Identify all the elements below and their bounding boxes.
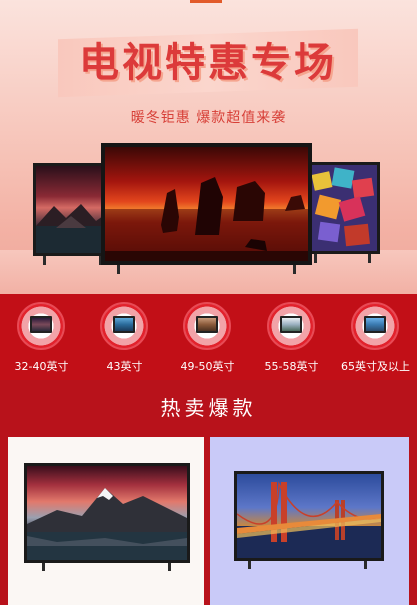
category-label: 43英寸 xyxy=(106,360,143,373)
tv-foot xyxy=(314,254,317,263)
snow-mountain-image xyxy=(27,488,187,560)
tv-screen-sunset xyxy=(101,143,312,265)
product-image xyxy=(234,471,384,571)
category-label: 65英寸及以上 xyxy=(341,360,410,373)
tv-screen-colorblocks xyxy=(306,162,380,254)
tv-foot xyxy=(43,256,46,265)
category-label: 49-50英寸 xyxy=(180,360,235,373)
tv-image-right xyxy=(306,162,380,263)
hot-selling-section: 热卖爆款 xyxy=(0,380,417,605)
tv-thumbnail-icon xyxy=(113,316,135,333)
mountain-scene-image xyxy=(36,204,110,253)
tv-thumbnail-icon xyxy=(196,316,218,333)
color-blocks-image xyxy=(309,165,377,251)
top-indicator xyxy=(190,0,222,3)
category-32-40[interactable]: 32-40英寸 xyxy=(0,302,83,376)
category-65-plus[interactable]: 65英寸及以上 xyxy=(334,302,417,376)
banner-subtitle: 暖冬钜惠 爆款超值来袭 xyxy=(130,110,287,126)
tv-foot xyxy=(248,561,251,569)
category-label: 32-40英寸 xyxy=(14,360,69,373)
product-card[interactable] xyxy=(210,437,409,605)
product-image xyxy=(24,463,190,573)
tv-thumbnail-icon xyxy=(280,316,302,333)
tv-foot xyxy=(364,561,367,569)
sunset-sea-stacks-image xyxy=(105,177,308,261)
golden-gate-bridge-image xyxy=(237,481,381,558)
tv-screen-snow-mountain xyxy=(24,463,190,563)
tv-foot xyxy=(42,563,45,571)
tv-foot xyxy=(368,254,371,263)
banner-title: 电视特惠专场 xyxy=(79,40,337,86)
category-label: 55-58英寸 xyxy=(264,360,319,373)
size-category-bar: 32-40英寸 43英寸 49-50英寸 55-58英寸 65英寸及以上 xyxy=(0,294,417,380)
tv-thumbnail-icon xyxy=(30,316,52,333)
category-49-50[interactable]: 49-50英寸 xyxy=(166,302,249,376)
product-card[interactable] xyxy=(8,437,204,605)
tv-foot xyxy=(117,265,120,274)
tv-thumbnail-icon xyxy=(364,316,386,333)
tv-foot xyxy=(293,265,296,274)
tv-image-center xyxy=(101,143,312,278)
category-43[interactable]: 43英寸 xyxy=(83,302,166,376)
tv-screen-bridge xyxy=(234,471,384,561)
banner-title-block: 电视特惠专场 xyxy=(58,28,358,98)
section-title: 热卖爆款 xyxy=(160,396,257,420)
promo-banner[interactable]: 电视特惠专场 暖冬钜惠 爆款超值来袭 xyxy=(0,0,417,294)
category-55-58[interactable]: 55-58英寸 xyxy=(250,302,333,376)
tv-foot xyxy=(168,563,171,571)
